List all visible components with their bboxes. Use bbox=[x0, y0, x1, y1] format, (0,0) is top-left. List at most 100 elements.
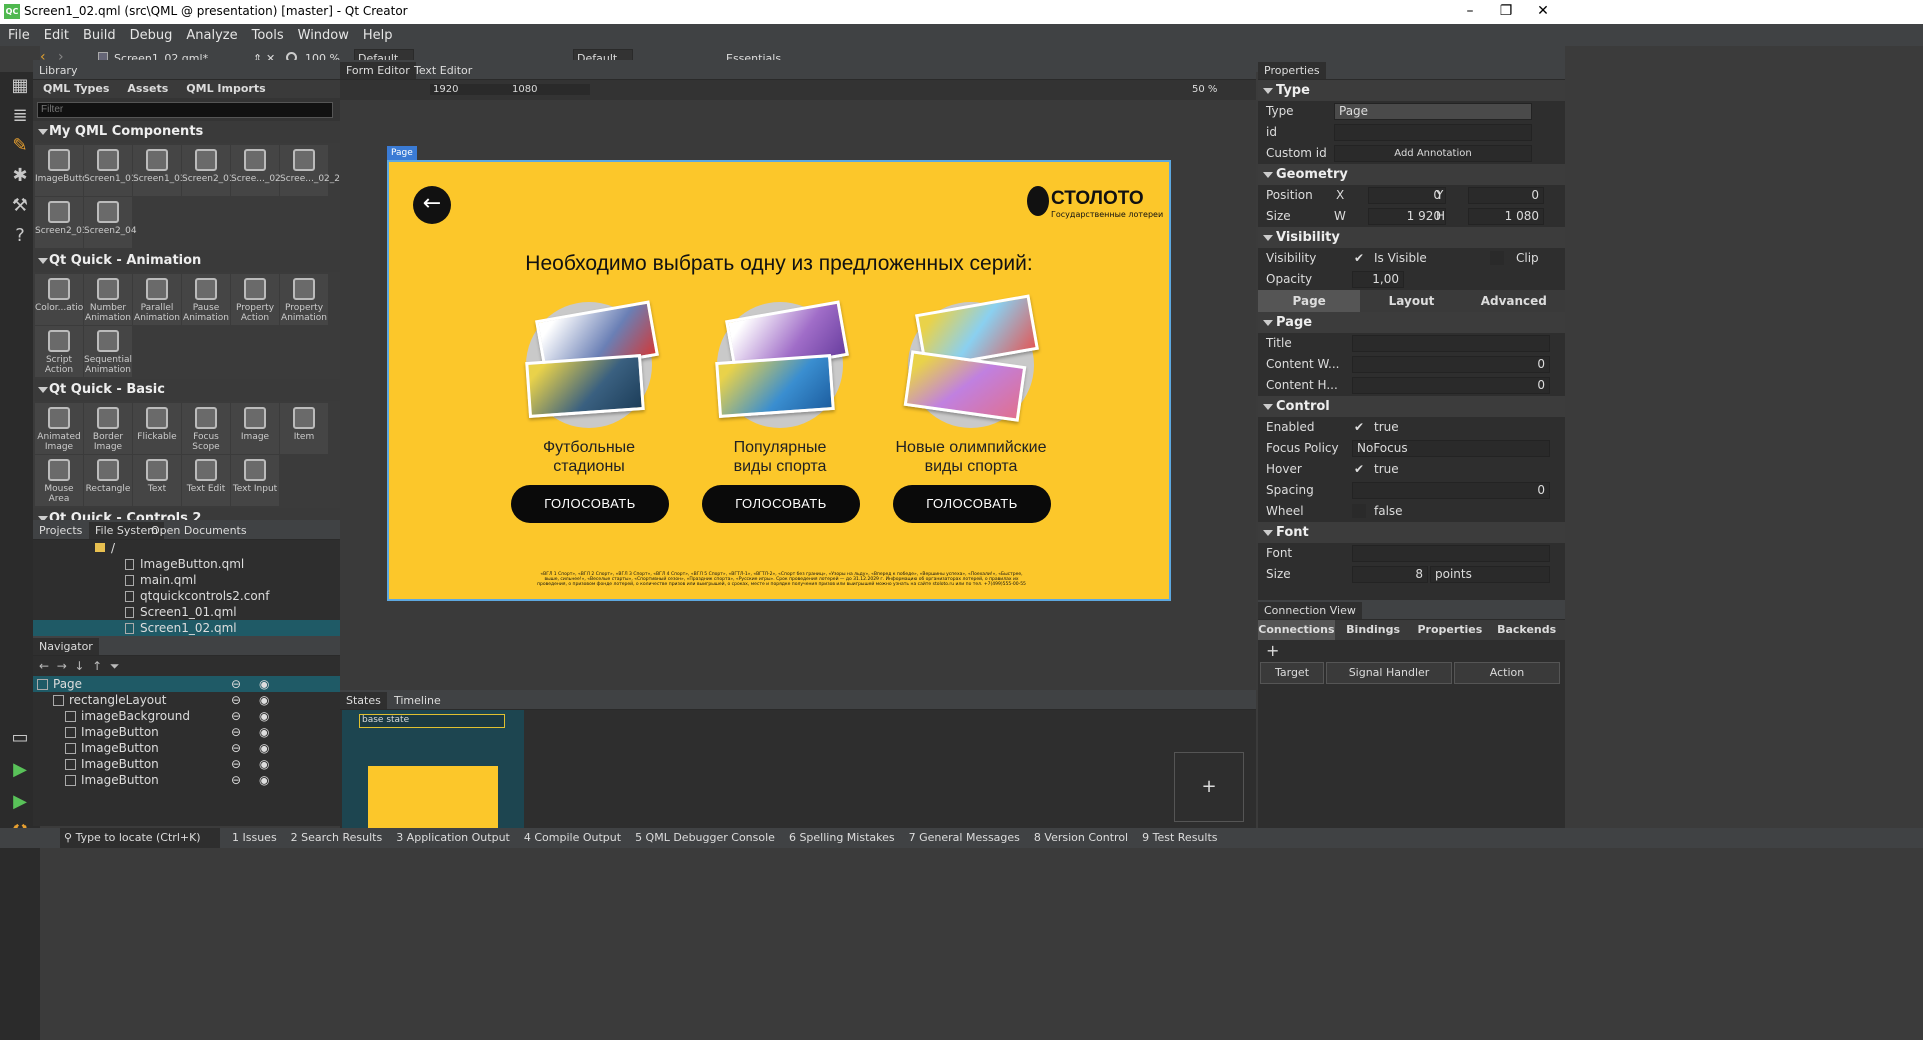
enabled-checkbox[interactable]: ✔ bbox=[1354, 417, 1364, 438]
width-field[interactable]: 1 920 bbox=[1368, 208, 1446, 225]
menu-help[interactable]: Help bbox=[363, 28, 393, 43]
library-item[interactable]: Item bbox=[280, 402, 328, 454]
menu-tools[interactable]: Tools bbox=[252, 28, 284, 43]
navigator-item[interactable]: ImageButton ⊖ ◉ bbox=[33, 772, 340, 788]
lock-icon[interactable]: ⊖ bbox=[231, 772, 241, 788]
focus-policy-combo[interactable]: NoFocus bbox=[1352, 440, 1550, 457]
filter-icon[interactable]: ⏷ bbox=[110, 659, 120, 673]
library-section-header[interactable]: My QML Components bbox=[33, 120, 340, 143]
output-pane-button[interactable]: 2 Search Results bbox=[291, 828, 383, 848]
properties-subtab[interactable]: Advanced bbox=[1463, 290, 1565, 312]
library-item[interactable]: Text Edit bbox=[182, 454, 230, 506]
connection-tab[interactable]: Backends bbox=[1488, 620, 1565, 640]
visible-checkbox[interactable]: ✔ bbox=[1354, 248, 1364, 269]
back-arrow-icon[interactable]: ← bbox=[413, 186, 451, 224]
library-item[interactable]: Scree..._02_1 bbox=[231, 144, 291, 196]
library-item[interactable]: Focus Scope bbox=[182, 402, 230, 454]
menu-edit[interactable]: Edit bbox=[44, 28, 69, 43]
library-item[interactable]: Rectangle bbox=[84, 454, 132, 506]
page-canvas[interactable]: ← СТОЛОТО Государственные лотереи Необхо… bbox=[387, 160, 1171, 601]
navigator-item[interactable]: ImageButton ⊖ ◉ bbox=[33, 740, 340, 756]
visibility-eye-icon[interactable]: ◉ bbox=[259, 756, 269, 772]
spacing-field[interactable]: 0 bbox=[1352, 482, 1550, 499]
output-pane-button[interactable]: 4 Compile Output bbox=[524, 828, 621, 848]
vote-button[interactable]: ГОЛОСОВАТЬ bbox=[893, 485, 1051, 523]
library-item[interactable]: Image bbox=[231, 402, 279, 454]
wheel-checkbox[interactable] bbox=[1352, 504, 1366, 518]
library-item[interactable]: Screen2_04 bbox=[84, 196, 137, 248]
font-combo[interactable] bbox=[1352, 545, 1550, 562]
add-connection-icon[interactable]: + bbox=[1258, 640, 1565, 662]
connection-tab[interactable]: Bindings bbox=[1335, 620, 1412, 640]
position-y-field[interactable]: 0 bbox=[1468, 187, 1544, 204]
file-row[interactable]: Screen1_01.qml bbox=[33, 604, 340, 620]
file-row[interactable]: Screen1_02.qml bbox=[33, 620, 340, 636]
library-item[interactable]: Animated Image bbox=[35, 402, 83, 454]
font-size-field[interactable]: 8 bbox=[1352, 566, 1428, 583]
type-field[interactable]: Page bbox=[1334, 103, 1532, 120]
library-item[interactable]: Screen2_01 bbox=[182, 144, 235, 196]
library-item[interactable]: Screen2_03 bbox=[35, 196, 88, 248]
properties-subtab[interactable]: Page bbox=[1258, 290, 1361, 312]
library-item[interactable]: Pause Animation bbox=[182, 273, 230, 325]
connection-column-header[interactable]: Signal Handler bbox=[1326, 662, 1452, 684]
library-item[interactable]: Number Animation bbox=[84, 273, 132, 325]
library-item[interactable]: Parallel Animation bbox=[133, 273, 181, 325]
id-field[interactable] bbox=[1334, 124, 1532, 141]
position-x-field[interactable]: 0 bbox=[1368, 187, 1446, 204]
type-section[interactable]: Type bbox=[1258, 80, 1565, 101]
debug-run-icon[interactable]: ▶ bbox=[6, 788, 34, 816]
base-state-card[interactable]: base state bbox=[342, 710, 524, 828]
page-section[interactable]: Page bbox=[1258, 312, 1565, 333]
lock-icon[interactable]: ⊖ bbox=[231, 724, 241, 740]
navigator-item[interactable]: Page ⊖ ◉ bbox=[33, 676, 340, 692]
canvas-width[interactable]: 1920 bbox=[430, 84, 590, 95]
library-item[interactable]: Script Action bbox=[35, 325, 83, 377]
menu-window[interactable]: Window bbox=[298, 28, 349, 43]
library-section-header[interactable]: Qt Quick - Animation bbox=[33, 249, 340, 272]
navigator-item[interactable]: rectangleLayout ⊖ ◉ bbox=[33, 692, 340, 708]
output-pane-button[interactable]: 3 Application Output bbox=[396, 828, 510, 848]
target-selector-icon[interactable]: ▭ bbox=[6, 724, 34, 752]
lock-icon[interactable]: ⊖ bbox=[231, 676, 241, 692]
editor-zoom[interactable]: 50 % bbox=[1192, 84, 1217, 95]
geometry-section[interactable]: Geometry bbox=[1258, 164, 1565, 185]
output-pane-button[interactable]: 8 Version Control bbox=[1034, 828, 1128, 848]
title-field[interactable] bbox=[1352, 335, 1550, 352]
library-item[interactable]: ImageButton bbox=[35, 144, 93, 196]
output-pane-button[interactable]: 6 Spelling Mistakes bbox=[789, 828, 895, 848]
projects-tab[interactable]: Projects bbox=[33, 522, 88, 539]
visibility-eye-icon[interactable]: ◉ bbox=[259, 708, 269, 724]
lock-icon[interactable]: ⊖ bbox=[231, 740, 241, 756]
run-icon[interactable]: ▶ bbox=[6, 756, 34, 784]
visibility-eye-icon[interactable]: ◉ bbox=[259, 724, 269, 740]
visibility-eye-icon[interactable]: ◉ bbox=[259, 740, 269, 756]
connection-tab[interactable]: Properties bbox=[1412, 620, 1489, 640]
library-item[interactable]: Scree..._02_2 bbox=[280, 144, 340, 196]
output-pane-button[interactable]: 7 General Messages bbox=[909, 828, 1020, 848]
clip-checkbox[interactable] bbox=[1490, 251, 1504, 265]
library-item[interactable]: Text bbox=[133, 454, 181, 506]
menu-debug[interactable]: Debug bbox=[130, 28, 173, 43]
lock-icon[interactable]: ⊖ bbox=[231, 708, 241, 724]
library-item[interactable]: Text Input bbox=[231, 454, 279, 506]
font-section[interactable]: Font bbox=[1258, 522, 1565, 543]
navigator-item[interactable]: imageBackground ⊖ ◉ bbox=[33, 708, 340, 724]
font-unit-combo[interactable]: points bbox=[1430, 566, 1550, 583]
vote-button[interactable]: ГОЛОСОВАТЬ bbox=[511, 485, 669, 523]
library-item[interactable]: Border Image bbox=[84, 402, 132, 454]
properties-subtab[interactable]: Layout bbox=[1360, 290, 1462, 312]
library-item[interactable]: Screen1_01 bbox=[84, 144, 137, 196]
library-item[interactable]: Property Action bbox=[231, 273, 279, 325]
library-tab[interactable]: Assets bbox=[127, 80, 168, 98]
library-tab[interactable]: QML Types bbox=[43, 80, 109, 98]
vote-button[interactable]: ГОЛОСОВАТЬ bbox=[702, 485, 860, 523]
lock-icon[interactable]: ⊖ bbox=[231, 692, 241, 708]
file-row[interactable]: ImageButton.qml bbox=[33, 556, 340, 572]
arrow-up-icon[interactable]: ↑ bbox=[92, 659, 102, 673]
locator-input[interactable]: ⚲ Type to locate (Ctrl+K) bbox=[60, 828, 220, 848]
close-button[interactable]: ✕ bbox=[1520, 0, 1566, 24]
visibility-eye-icon[interactable]: ◉ bbox=[259, 692, 269, 708]
edit-mode-icon[interactable]: ≣ bbox=[6, 102, 34, 130]
file-row[interactable]: qtquickcontrols2.conf bbox=[33, 588, 340, 604]
